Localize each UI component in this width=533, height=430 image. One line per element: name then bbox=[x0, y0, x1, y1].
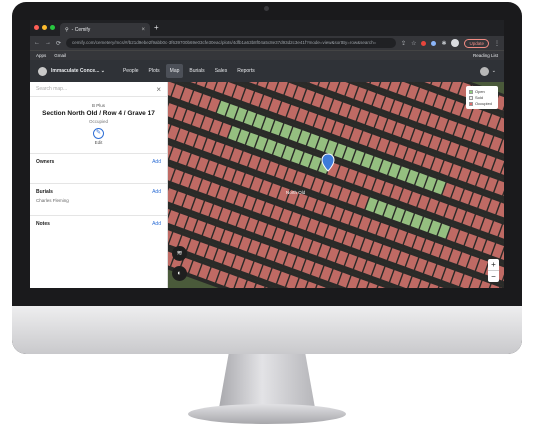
add-note-button[interactable]: Add bbox=[152, 221, 161, 227]
back-icon[interactable]: ← bbox=[34, 40, 40, 46]
legend-swatch bbox=[469, 101, 473, 106]
bookmark-apps[interactable]: Apps bbox=[36, 53, 46, 58]
bookmarks-bar: Apps Gmail Reading List bbox=[30, 50, 504, 60]
layers-button[interactable]: ≋ bbox=[172, 246, 187, 261]
plot-title: Section North Old / Row 4 / Grave 17 bbox=[42, 110, 155, 117]
map-canvas[interactable] bbox=[168, 82, 504, 288]
more-menu-icon[interactable]: ⋮ bbox=[494, 40, 500, 47]
nav-plots[interactable]: Plots bbox=[145, 64, 164, 78]
chevron-down-icon: ⌄ bbox=[100, 68, 105, 74]
edit-label: Edit bbox=[94, 140, 103, 145]
reading-list-button[interactable]: Reading List bbox=[473, 53, 498, 58]
burial-name[interactable]: Charles Fleming bbox=[36, 198, 161, 203]
owners-section: Owners Add bbox=[30, 153, 167, 183]
notes-title: Notes bbox=[36, 221, 50, 227]
puzzle-icon[interactable]: ✱ bbox=[441, 40, 446, 47]
monitor-stand-base bbox=[188, 404, 346, 424]
legend-swatch bbox=[469, 95, 473, 100]
compass-icon: ◐ bbox=[177, 270, 182, 277]
search-input[interactable]: Search map... bbox=[36, 86, 67, 92]
tab-title: - Cemify bbox=[71, 26, 91, 33]
zoom-in-button[interactable]: + bbox=[488, 259, 499, 270]
close-window-button[interactable] bbox=[34, 25, 39, 30]
section-label: North Old bbox=[286, 190, 306, 195]
location-pin-icon: ⚲ bbox=[65, 26, 69, 33]
cemetery-map[interactable]: North Old Open Sold Occupied ≋ ◐ + − bbox=[168, 82, 504, 288]
user-avatar bbox=[479, 66, 489, 76]
burials-section: Burials Add Charles Fleming bbox=[30, 183, 167, 215]
burials-title: Burials bbox=[36, 189, 53, 195]
reload-icon[interactable]: ⟳ bbox=[56, 40, 61, 47]
map-legend: Open Sold Occupied bbox=[466, 86, 498, 109]
legend-swatch bbox=[469, 89, 473, 94]
plot-header: B Plus Section North Old / Row 4 / Grave… bbox=[30, 97, 167, 145]
main-nav: People Plots Map Burials Sales Reports bbox=[119, 64, 259, 78]
notes-section: Notes Add bbox=[30, 215, 167, 232]
close-icon[interactable]: × bbox=[156, 85, 161, 94]
share-icon[interactable]: ⇪ bbox=[401, 40, 406, 47]
chevron-down-icon: ⌄ bbox=[491, 68, 496, 74]
nav-burials[interactable]: Burials bbox=[185, 64, 208, 78]
pencil-icon: ✎ bbox=[95, 130, 102, 136]
edit-button[interactable]: ✎ bbox=[93, 128, 104, 139]
nav-map[interactable]: Map bbox=[165, 64, 184, 78]
locate-button[interactable]: ◐ bbox=[172, 266, 187, 281]
map-search: Search map... × bbox=[30, 82, 167, 97]
zoom-out-button[interactable]: − bbox=[488, 270, 499, 282]
organization-switcher[interactable]: Immaculate Conce... ⌄ bbox=[51, 68, 105, 74]
layers-icon: ≋ bbox=[176, 250, 183, 257]
screen: ⚲ - Cemify × + ← → ⟳ cemify.com/cemetery… bbox=[30, 20, 504, 288]
nav-reports[interactable]: Reports bbox=[233, 64, 259, 78]
bookmark-gmail[interactable]: Gmail bbox=[54, 53, 66, 58]
update-button[interactable]: Update bbox=[464, 38, 489, 48]
close-tab-icon[interactable]: × bbox=[141, 27, 145, 33]
browser-tab[interactable]: ⚲ - Cemify × bbox=[60, 23, 150, 36]
add-owner-button[interactable]: Add bbox=[152, 159, 161, 165]
legend-item: Occupied bbox=[469, 101, 495, 106]
legend-item: Open bbox=[469, 89, 495, 94]
extension-icon[interactable] bbox=[431, 40, 437, 46]
monitor-chin bbox=[12, 306, 522, 354]
owners-title: Owners bbox=[36, 159, 55, 165]
new-tab-button[interactable]: + bbox=[154, 23, 159, 32]
plot-grid bbox=[168, 82, 504, 288]
add-burial-button[interactable]: Add bbox=[152, 189, 161, 195]
camera bbox=[264, 6, 269, 11]
nav-people[interactable]: People bbox=[119, 64, 143, 78]
app-header: Immaculate Conce... ⌄ People Plots Map B… bbox=[30, 60, 504, 82]
window-controls bbox=[34, 25, 55, 30]
nav-sales[interactable]: Sales bbox=[211, 64, 232, 78]
plot-id: B Plus bbox=[91, 103, 105, 108]
plot-status: Occupied bbox=[88, 119, 108, 124]
star-icon[interactable]: ☆ bbox=[411, 40, 416, 47]
user-menu[interactable]: ⌄ bbox=[479, 66, 496, 76]
zoom-controls: + − bbox=[488, 259, 499, 282]
browser-tab-strip: ⚲ - Cemify × + bbox=[30, 20, 504, 36]
plot-detail-panel: Search map... × B Plus Section North Old… bbox=[30, 82, 168, 288]
legend-item: Sold bbox=[469, 95, 495, 100]
extension-icon[interactable] bbox=[421, 40, 427, 46]
profile-avatar[interactable] bbox=[451, 39, 460, 47]
monitor-stand-neck bbox=[219, 354, 315, 408]
maximize-window-button[interactable] bbox=[50, 25, 55, 30]
address-bar[interactable]: cemify.com/cemetery/mcs/#/b21d9ebe2f9abb… bbox=[66, 38, 397, 48]
minimize-window-button[interactable] bbox=[42, 25, 47, 30]
forward-icon[interactable]: → bbox=[45, 40, 51, 46]
organization-logo bbox=[38, 66, 47, 76]
browser-toolbar: ← → ⟳ cemify.com/cemetery/mcs/#/b21d9ebe… bbox=[30, 36, 504, 50]
desktop-scene: ⚲ - Cemify × + ← → ⟳ cemify.com/cemetery… bbox=[0, 0, 533, 430]
